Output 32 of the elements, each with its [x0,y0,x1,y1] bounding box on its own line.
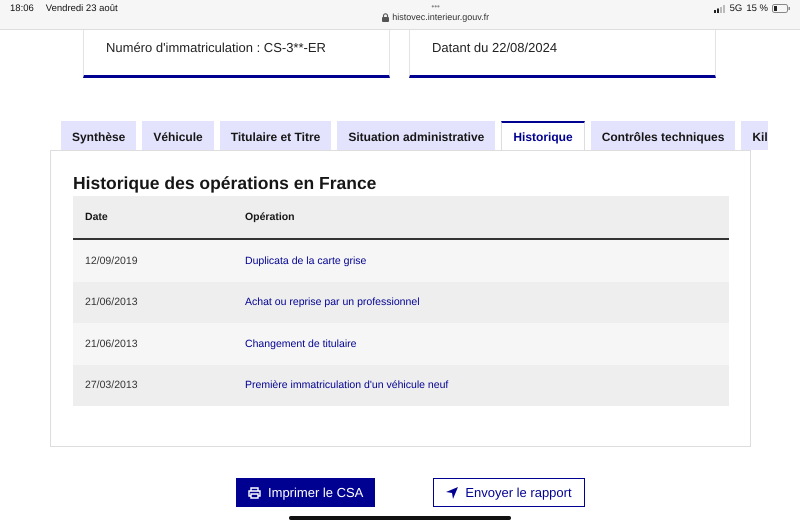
operation-link[interactable]: Changement de titulaire [244,323,729,364]
battery-percent: 15 % [746,3,768,14]
send-report-button[interactable]: Envoyer le rapport [433,478,585,507]
printer-icon [248,486,261,498]
tab[interactable]: Situation administrative [337,121,496,150]
operation-link[interactable]: Duplicata de la carte grise [244,239,729,282]
column-header: Date [73,196,244,239]
date-text: Vendredi 23 août [46,3,118,14]
network-label: 5G [730,3,742,14]
battery-icon [772,4,790,13]
lock-icon [382,12,390,22]
tab[interactable]: Contrôles techniques [590,121,736,150]
table-cell: 27/03/2013 [73,364,244,406]
table-cell: 21/06/2013 [73,282,244,323]
signal-icon [714,4,726,12]
tab[interactable]: Synthèse [61,121,136,150]
print-button[interactable]: Imprimer le CSA [236,478,376,507]
card-text: Datant du 22/08/2024 [432,40,558,55]
clock-time: 18:06 [10,3,34,14]
paper-plane-icon [446,486,458,498]
tab[interactable]: Historique [501,121,585,150]
table-cell: 12/09/2019 [73,239,244,282]
tab[interactable]: Kil [741,121,768,150]
operation-link[interactable]: Première immatriculation d'un véhicule neuf [244,364,729,406]
tab[interactable]: Titulaire et Titre [220,121,332,150]
operation-link[interactable]: Achat ou reprise par un professionnel [244,282,729,323]
tab[interactable]: Véhicule [142,121,214,150]
section-title: Historique des opérations en France [73,173,378,194]
table-cell: 21/06/2013 [73,323,244,364]
card-text: Numéro d'immatriculation : CS-3**-ER [106,40,326,55]
url-text[interactable]: histovec.interieur.gouv.fr [392,12,490,22]
column-header: Opération [244,196,729,239]
